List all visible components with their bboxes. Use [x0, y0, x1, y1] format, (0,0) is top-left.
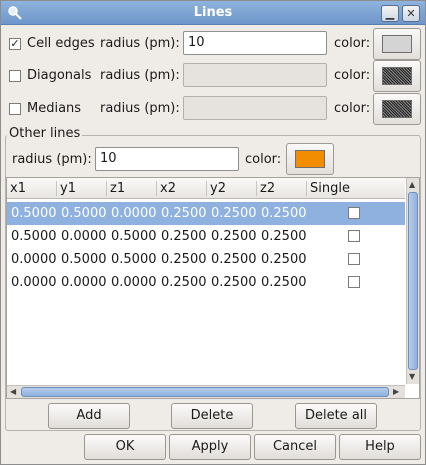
delete-button[interactable]: Delete	[171, 403, 253, 429]
minimize-button[interactable]: ▁	[381, 5, 399, 22]
cell-x1: 0.0000	[11, 275, 57, 290]
window-title: Lines	[193, 5, 233, 20]
cell-x1: 0.5000	[11, 229, 57, 244]
close-button[interactable]: ✕	[402, 5, 420, 22]
column-header-single[interactable]: Single	[310, 181, 350, 196]
cell-x1: 0.0000	[11, 252, 57, 267]
delete-all-button[interactable]: Delete all	[295, 403, 377, 429]
cell-edges-color-label: color:	[334, 36, 371, 51]
scroll-left-icon[interactable]: ◀	[10, 387, 16, 397]
color-swatch	[295, 150, 325, 168]
help-button[interactable]: Help	[339, 434, 421, 460]
cell-y1: 0.5000	[61, 252, 107, 267]
title-bar[interactable]: Lines ▁ ✕	[1, 1, 425, 25]
other-lines-title: Other lines	[7, 126, 83, 141]
column-header-z2[interactable]: z2	[260, 181, 275, 196]
cell-z2: 0.2500	[261, 252, 307, 267]
scroll-down-icon[interactable]: ▼	[409, 372, 415, 382]
cell-y2: 0.2500	[211, 206, 257, 221]
single-checkbox[interactable]	[348, 276, 360, 288]
column-separator	[56, 181, 57, 196]
cell-z1: 0.0000	[111, 206, 157, 221]
medians-color-button[interactable]	[373, 93, 421, 125]
checkmark-icon: ✓	[10, 37, 20, 50]
table-row[interactable]: 0.0000 0.5000 0.5000 0.2500 0.2500 0.250…	[7, 248, 405, 271]
horizontal-scrollbar[interactable]: ◀ ▶	[7, 385, 405, 398]
horizontal-scroll-thumb[interactable]	[21, 387, 389, 397]
close-icon: ✕	[406, 7, 416, 20]
diagonals-color-button[interactable]	[373, 60, 421, 92]
medians-color-label: color:	[334, 101, 371, 116]
cell-z2: 0.2500	[261, 275, 307, 290]
column-separator	[106, 181, 107, 196]
table-row[interactable]: 0.5000 0.0000 0.5000 0.2500 0.2500 0.250…	[7, 225, 405, 248]
cell-x1: 0.5000	[11, 206, 57, 221]
table-row[interactable]: 0.5000 0.5000 0.0000 0.2500 0.2500 0.250…	[7, 202, 405, 225]
cell-z1: 0.5000	[111, 229, 157, 244]
other-lines-color-label: color:	[245, 152, 282, 167]
cell-edges-color-button[interactable]	[373, 28, 421, 60]
table-header: x1 y1 z1 x2 y2 z2 Single	[7, 178, 405, 199]
column-separator	[206, 181, 207, 196]
ok-button[interactable]: OK	[84, 434, 166, 460]
scroll-up-icon[interactable]: ▲	[409, 180, 415, 190]
column-header-x2[interactable]: x2	[160, 181, 176, 196]
cell-y2: 0.2500	[211, 275, 257, 290]
apply-button[interactable]: Apply	[169, 434, 251, 460]
cell-x2: 0.2500	[161, 229, 207, 244]
column-separator	[256, 181, 257, 196]
diagonals-checkbox[interactable]	[9, 70, 21, 82]
cell-y1: 0.0000	[61, 275, 107, 290]
column-header-y1[interactable]: y1	[60, 181, 76, 196]
cell-edges-label: Cell edges	[27, 36, 95, 51]
other-lines-radius-label: radius (pm):	[12, 152, 92, 167]
column-separator	[156, 181, 157, 196]
cell-z2: 0.2500	[261, 229, 307, 244]
medians-radius-label: radius (pm):	[100, 101, 180, 116]
column-separator	[306, 181, 307, 196]
column-header-x1[interactable]: x1	[10, 181, 26, 196]
cell-y1: 0.0000	[61, 229, 107, 244]
cell-z1: 0.0000	[111, 275, 157, 290]
cell-x2: 0.2500	[161, 275, 207, 290]
lines-table: x1 y1 z1 x2 y2 z2 Single 0.5000 0.5000 0…	[6, 177, 420, 399]
cell-x2: 0.2500	[161, 252, 207, 267]
lines-dialog: Lines ▁ ✕ ✓ Cell edges radius (pm): 10 c…	[0, 0, 426, 465]
color-swatch	[382, 100, 412, 118]
cell-z2: 0.2500	[261, 206, 307, 221]
color-swatch	[382, 67, 412, 85]
cell-z1: 0.5000	[111, 252, 157, 267]
scroll-right-icon[interactable]: ▶	[393, 387, 399, 397]
medians-label: Medians	[27, 101, 82, 116]
other-lines-radius-input[interactable]: 10	[95, 147, 239, 171]
medians-radius-input[interactable]	[183, 96, 327, 120]
diagonals-radius-input[interactable]	[183, 63, 327, 87]
single-checkbox[interactable]	[348, 253, 360, 265]
vertical-scrollbar[interactable]: ▲ ▼	[406, 178, 419, 384]
table-row[interactable]: 0.0000 0.0000 0.0000 0.2500 0.2500 0.250…	[7, 271, 405, 294]
single-checkbox[interactable]	[348, 207, 360, 219]
cell-x2: 0.2500	[161, 206, 207, 221]
cell-edges-radius-input[interactable]: 10	[183, 31, 327, 55]
cell-edges-checkbox[interactable]: ✓	[9, 38, 21, 50]
cell-y1: 0.5000	[61, 206, 107, 221]
minimize-icon: ▁	[385, 7, 395, 20]
single-checkbox[interactable]	[348, 230, 360, 242]
diagonals-radius-label: radius (pm):	[100, 68, 180, 83]
column-header-z1[interactable]: z1	[110, 181, 125, 196]
other-lines-color-button[interactable]	[286, 143, 334, 175]
vertical-scroll-thumb[interactable]	[408, 192, 418, 370]
cancel-button[interactable]: Cancel	[254, 434, 336, 460]
diagonals-label: Diagonals	[27, 68, 92, 83]
column-header-y2[interactable]: y2	[210, 181, 226, 196]
medians-checkbox[interactable]	[9, 103, 21, 115]
color-swatch	[382, 35, 412, 53]
diagonals-color-label: color:	[334, 68, 371, 83]
add-button[interactable]: Add	[48, 403, 130, 429]
cell-y2: 0.2500	[211, 229, 257, 244]
cell-y2: 0.2500	[211, 252, 257, 267]
cell-edges-radius-label: radius (pm):	[100, 36, 180, 51]
